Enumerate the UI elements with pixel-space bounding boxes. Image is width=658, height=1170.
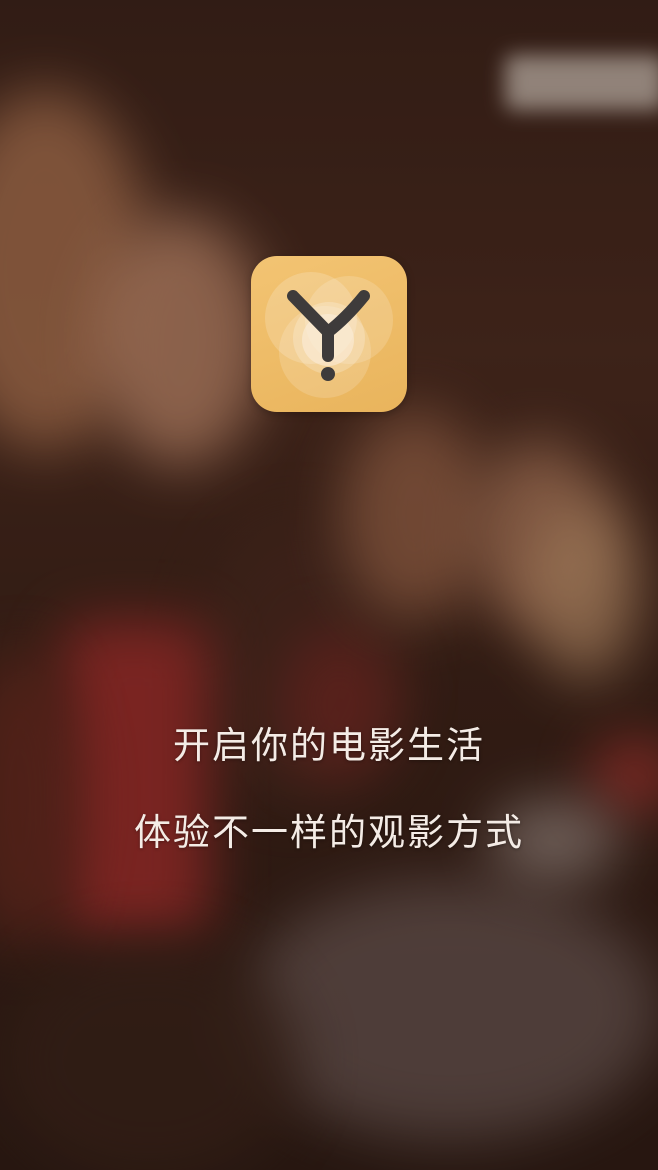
y-letter-icon <box>265 272 393 398</box>
tagline-primary: 开启你的电影生活 <box>173 724 485 767</box>
splash-screen: 开启你的电影生活 体验不一样的观影方式 <box>0 0 658 1170</box>
tagline-secondary: 体验不一样的观影方式 <box>134 811 524 854</box>
background-dim-overlay <box>0 0 658 1170</box>
app-logo-icon <box>251 256 407 412</box>
